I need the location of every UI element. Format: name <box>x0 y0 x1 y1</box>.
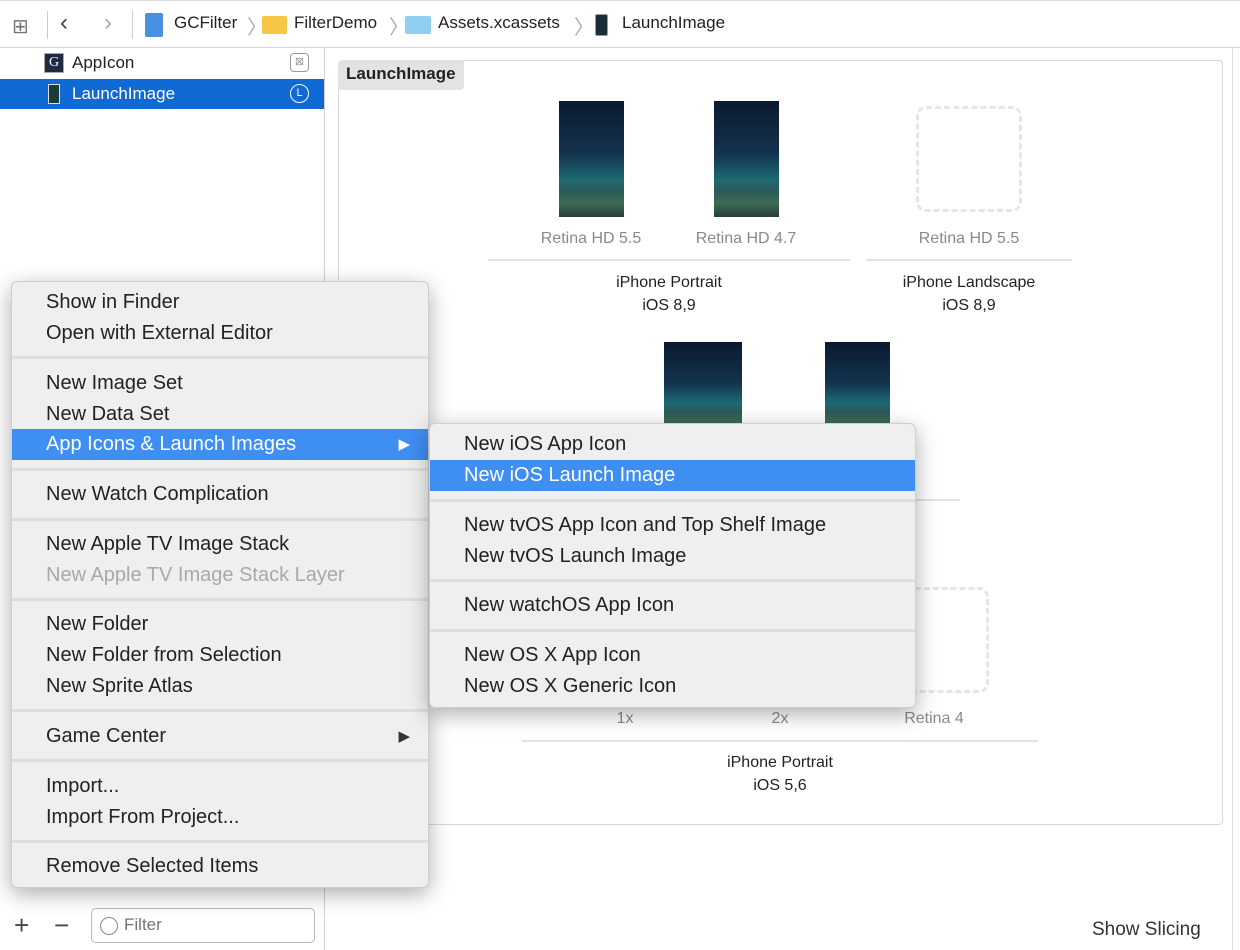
menu-item-new-watch-complication[interactable]: New Watch Complication <box>12 479 428 510</box>
back-button[interactable]: ‹ <box>60 9 68 37</box>
filter-field[interactable] <box>91 908 315 943</box>
divider <box>866 259 1072 261</box>
menu-separator <box>12 759 428 762</box>
slot-caption: Retina 4 <box>904 710 964 727</box>
folder-icon <box>262 16 287 34</box>
menu-item-new-data-set[interactable]: New Data Set <box>12 399 428 430</box>
menu-item-new-sprite-atlas[interactable]: New Sprite Atlas <box>12 671 428 702</box>
launch-image-slot[interactable] <box>559 101 624 217</box>
slot-caption: Retina HD 5.5 <box>918 230 1020 247</box>
launch-image-slot[interactable] <box>714 101 779 217</box>
menu-item-open-external[interactable]: Open with External Editor <box>12 318 428 349</box>
launch-image-slot[interactable] <box>664 342 742 432</box>
menu-separator <box>430 499 915 502</box>
menu-item-new-folder[interactable]: New Folder <box>12 609 428 640</box>
sidebar-item-label: AppIcon <box>72 53 135 72</box>
group-os: iOS 8,9 <box>942 297 996 314</box>
add-button[interactable]: + <box>14 910 29 941</box>
slot-caption: Retina HD 5.5 <box>540 230 642 247</box>
project-icon <box>145 13 163 37</box>
divider <box>47 11 48 39</box>
submenu-arrow-icon: ▶ <box>398 436 410 453</box>
divider <box>1232 48 1233 950</box>
appicon-badge-icon: ⊠ <box>290 53 309 72</box>
menu-item-label: Game Center <box>46 725 167 747</box>
group-label: iPhone Portrait iOS 5,6 <box>727 751 833 797</box>
menu-separator <box>12 518 428 521</box>
xcassets-folder-icon <box>405 16 431 34</box>
menu-item-game-center[interactable]: Game Center ▶ <box>12 721 428 752</box>
forward-button[interactable]: › <box>104 9 112 37</box>
menu-item-import-from-project[interactable]: Import From Project... <box>12 802 428 833</box>
breadcrumb-project[interactable]: GCFilter <box>174 13 237 33</box>
divider <box>488 259 850 261</box>
menu-item-new-apple-tv-stack-layer: New Apple TV Image Stack Layer <box>46 564 345 586</box>
menu-item-label: App Icons & Launch Images <box>46 433 297 455</box>
group-device: iPhone Portrait <box>727 754 833 771</box>
menu-separator <box>12 598 428 601</box>
submenu-item-osx-generic-icon[interactable]: New OS X Generic Icon <box>430 671 915 702</box>
menu-item-show-in-finder[interactable]: Show in Finder <box>12 287 428 318</box>
sidebar-item-label: LaunchImage <box>72 84 176 103</box>
menu-item-app-icons-launch-images[interactable]: App Icons & Launch Images ▶ <box>12 429 428 460</box>
launch-image-slot[interactable] <box>825 342 890 432</box>
related-items-icon[interactable]: ⊞ <box>12 14 34 38</box>
launch-image-icon <box>595 14 608 36</box>
group-os: iOS 5,6 <box>753 777 807 794</box>
context-menu: Show in Finder Open with External Editor… <box>11 281 429 888</box>
group-label: iPhone Landscape iOS 8,9 <box>903 271 1036 317</box>
menu-separator <box>12 709 428 712</box>
submenu-arrow-icon: ▶ <box>398 728 410 745</box>
divider <box>522 740 1038 742</box>
sidebar-item-appicon[interactable]: G AppIcon ⊠ <box>0 48 324 78</box>
breadcrumb-launch-image[interactable]: LaunchImage <box>622 13 725 33</box>
filter-input[interactable] <box>124 915 304 935</box>
menu-separator <box>12 468 428 471</box>
sidebar-item-launchimage[interactable]: LaunchImage L <box>0 79 324 109</box>
submenu-item-osx-app-icon[interactable]: New OS X App Icon <box>430 640 915 671</box>
breadcrumb-folder[interactable]: FilterDemo <box>294 13 377 33</box>
slot-caption: 1x <box>616 710 634 727</box>
filter-icon <box>100 917 118 935</box>
menu-item-import[interactable]: Import... <box>12 771 428 802</box>
submenu-item-watchos-app-icon[interactable]: New watchOS App Icon <box>430 590 915 621</box>
group-os: iOS 8,9 <box>642 297 696 314</box>
slot-caption: 2x <box>771 710 789 727</box>
appicon-icon: G <box>44 53 64 73</box>
remove-button[interactable]: − <box>54 910 69 941</box>
submenu-item-tvos-launch-image[interactable]: New tvOS Launch Image <box>430 541 915 572</box>
toolbar: ⊞ ‹ › GCFilter 〉 FilterDemo 〉 Assets.xca… <box>0 0 1240 48</box>
empty-image-slot[interactable] <box>916 106 1022 212</box>
launch-image-icon <box>48 84 60 104</box>
breadcrumb-assets[interactable]: Assets.xcassets <box>438 13 560 33</box>
divider <box>132 11 133 39</box>
menu-separator <box>12 840 428 843</box>
menu-item-new-folder-from-selection[interactable]: New Folder from Selection <box>12 640 428 671</box>
submenu: New iOS App Icon New iOS Launch Image Ne… <box>429 423 916 708</box>
submenu-item-ios-app-icon[interactable]: New iOS App Icon <box>430 429 915 460</box>
launch-badge: L <box>290 84 309 103</box>
menu-item-remove-selected[interactable]: Remove Selected Items <box>12 851 428 882</box>
submenu-item-tvos-app-icon[interactable]: New tvOS App Icon and Top Shelf Image <box>430 510 915 541</box>
group-label: iPhone Portrait iOS 8,9 <box>616 271 722 317</box>
group-device: iPhone Landscape <box>902 274 1036 291</box>
menu-item-new-image-set[interactable]: New Image Set <box>12 368 428 399</box>
slot-caption: Retina HD 4.7 <box>695 230 797 247</box>
chevron-icon: 〉 <box>574 17 594 39</box>
show-slicing-button[interactable]: Show Slicing <box>1092 919 1201 941</box>
submenu-item-ios-launch-image[interactable]: New iOS Launch Image <box>430 460 915 491</box>
menu-separator <box>430 629 915 632</box>
menu-separator <box>430 579 915 582</box>
asset-title: LaunchImage <box>338 60 464 90</box>
empty-image-slot[interactable] <box>905 587 989 693</box>
menu-separator <box>12 356 428 359</box>
group-device: iPhone Portrait <box>616 274 722 291</box>
menu-item-new-apple-tv-image-stack[interactable]: New Apple TV Image Stack <box>12 529 428 560</box>
